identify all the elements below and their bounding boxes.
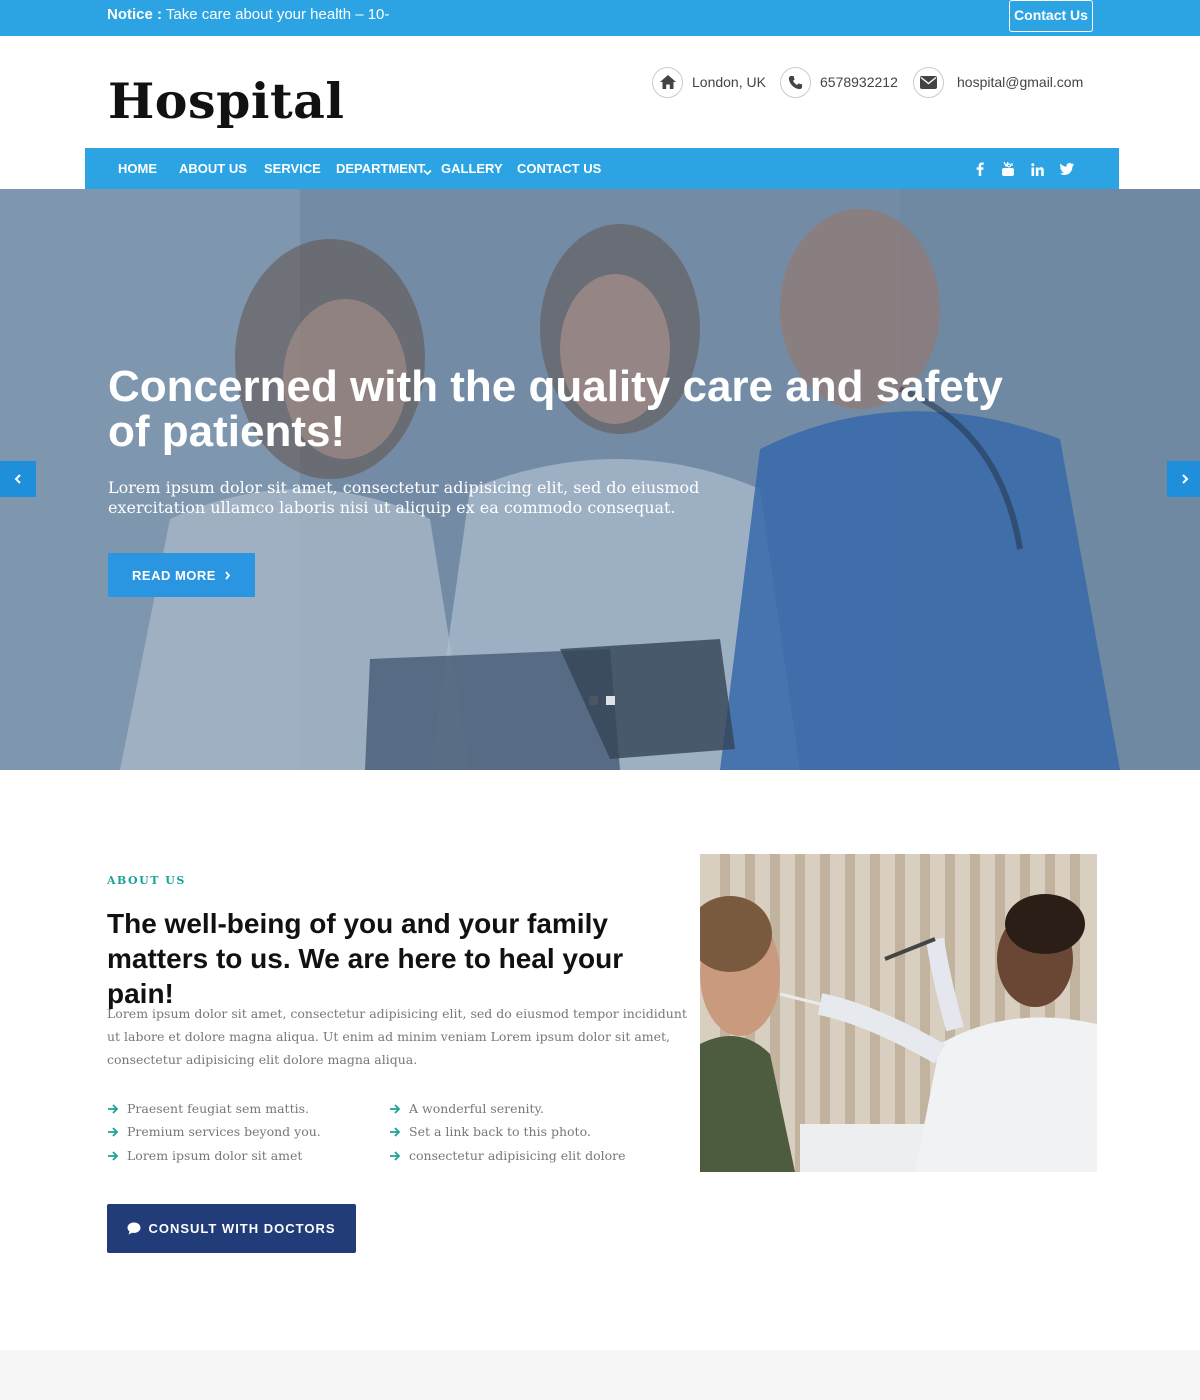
feature-text: consectetur adipisicing elit dolore: [409, 1148, 626, 1163]
prev-slide-button[interactable]: [0, 461, 36, 497]
arrow-right-icon: [108, 1150, 119, 1161]
arrow-right-icon: [108, 1103, 119, 1114]
chat-bubble-icon: [127, 1222, 141, 1235]
feature-text: Set a link back to this photo.: [409, 1124, 591, 1139]
twitter-icon[interactable]: [1059, 161, 1075, 177]
contact-location: London, UK: [652, 66, 766, 98]
chevron-right-icon: [225, 570, 231, 580]
youtube-icon[interactable]: [1000, 161, 1016, 177]
about-text: Lorem ipsum dolor sit amet, consectetur …: [107, 1006, 687, 1067]
feature-text: Lorem ipsum dolor sit amet: [127, 1148, 303, 1163]
facebook-icon[interactable]: [972, 161, 988, 177]
phone-icon: [780, 66, 811, 98]
notice-text: Take care about your health – 10-: [165, 6, 390, 23]
home-icon: [652, 66, 683, 98]
next-slide-button[interactable]: [1167, 461, 1200, 497]
arrow-right-icon: [390, 1103, 401, 1114]
feature-item: Lorem ipsum dolor sit amet: [107, 1148, 302, 1163]
read-more-button[interactable]: READ MORE: [108, 553, 255, 597]
phone-text: 6578932212: [820, 74, 898, 90]
chevron-down-icon[interactable]: [423, 163, 432, 181]
slide-dot-2[interactable]: [606, 696, 615, 705]
about-title: The well-being of you and your family ma…: [107, 908, 624, 1009]
feature-item: Set a link back to this photo.: [389, 1124, 591, 1139]
nav-home[interactable]: HOME: [118, 161, 157, 176]
feature-item: Premium services beyond you.: [107, 1124, 321, 1139]
notice-bar: Notice : Take care about your health – 1…: [0, 0, 1200, 36]
arrow-right-icon: [108, 1126, 119, 1137]
next-section: [0, 1350, 1200, 1400]
contact-phone: 6578932212: [780, 66, 898, 98]
about-label: ABOUT US: [107, 874, 186, 887]
contact-email: hospital@gmail.com: [913, 66, 1083, 98]
chevron-left-icon: [14, 474, 21, 484]
notice-label: Notice :: [107, 6, 163, 23]
consult-label: CONSULT WITH DOCTORS: [148, 1221, 336, 1236]
nav-contact-us[interactable]: CONTACT US: [517, 161, 601, 176]
email-text: hospital@gmail.com: [957, 74, 1084, 90]
hero-title: Concerned with the quality care and safe…: [108, 362, 1003, 456]
about-photo: [700, 854, 1097, 1172]
feature-text: A wonderful serenity.: [409, 1101, 544, 1116]
notice: Notice : Take care about your health – 1…: [107, 6, 389, 23]
feature-text: Praesent feugiat sem mattis.: [127, 1101, 309, 1116]
feature-item: Praesent feugiat sem mattis.: [107, 1101, 309, 1116]
read-more-label: READ MORE: [132, 567, 216, 583]
nav-about-us[interactable]: ABOUT US: [179, 161, 247, 176]
arrow-right-icon: [390, 1150, 401, 1161]
nav-gallery[interactable]: GALLERY: [441, 161, 503, 176]
hero-text: Lorem ipsum dolor sit amet, consectetur …: [108, 478, 700, 517]
logo[interactable]: Hospital: [108, 72, 344, 130]
main-nav: HOME ABOUT US SERVICE DEPARTMENT GALLERY…: [85, 148, 1119, 189]
arrow-right-icon: [390, 1126, 401, 1137]
consult-doctors-button[interactable]: CONSULT WITH DOCTORS: [107, 1204, 356, 1253]
nav-department[interactable]: DEPARTMENT: [336, 161, 425, 176]
nav-service[interactable]: SERVICE: [264, 161, 321, 176]
location-text: London, UK: [692, 74, 766, 90]
linkedin-icon[interactable]: [1029, 161, 1045, 177]
feature-item: A wonderful serenity.: [389, 1101, 544, 1116]
feature-item: consectetur adipisicing elit dolore: [389, 1148, 626, 1163]
feature-text: Premium services beyond you.: [127, 1124, 321, 1139]
chevron-right-icon: [1182, 474, 1189, 484]
slide-dot-1[interactable]: [589, 696, 598, 705]
contact-us-button[interactable]: Contact Us: [1009, 0, 1093, 32]
envelope-icon: [913, 66, 944, 98]
